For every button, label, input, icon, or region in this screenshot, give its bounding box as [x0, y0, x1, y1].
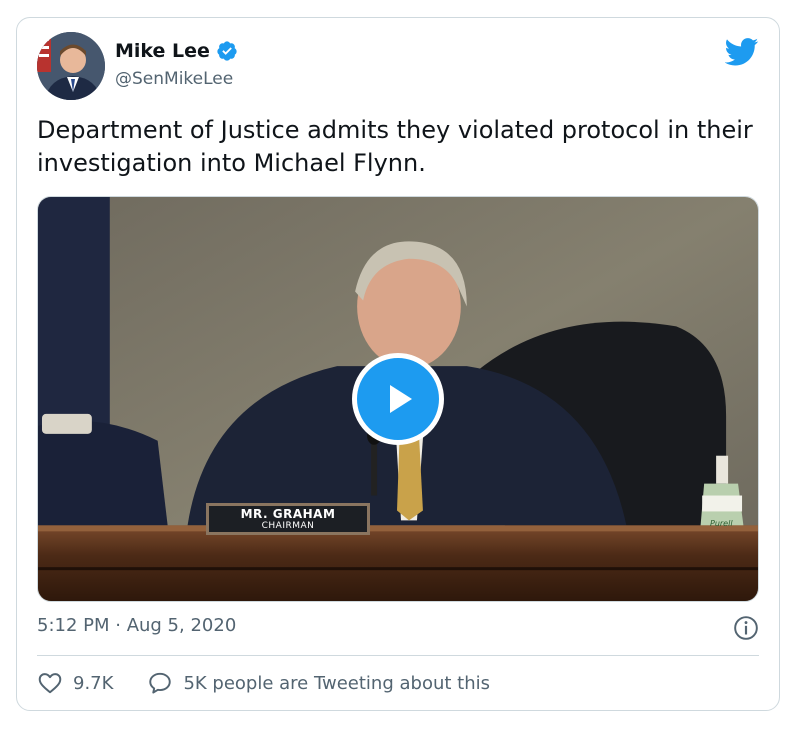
speech-bubble-icon — [149, 672, 172, 694]
bottle-label: Purell — [710, 519, 733, 528]
play-button[interactable] — [352, 353, 444, 445]
reply-text: 5K people are Tweeting about this — [183, 672, 490, 694]
tweet-card[interactable]: Mike Lee @SenMikeLee Department of Justi… — [16, 17, 780, 711]
verified-badge-icon — [217, 41, 237, 61]
info-icon[interactable] — [733, 615, 759, 641]
nameplate: MR. GRAHAM CHAIRMAN — [206, 503, 370, 535]
heart-icon — [38, 673, 62, 694]
author-handle[interactable]: @SenMikeLee — [115, 69, 233, 89]
like-count: 9.7K — [73, 672, 114, 694]
nameplate-title: CHAIRMAN — [261, 520, 315, 531]
avatar[interactable] — [37, 32, 105, 100]
tweet-actions: 9.7K 5K people are Tweeting about this — [37, 670, 490, 696]
twitter-bird-icon[interactable] — [725, 38, 759, 66]
divider — [37, 655, 759, 656]
play-icon — [390, 385, 412, 413]
reply-button[interactable]: 5K people are Tweeting about this — [147, 670, 490, 696]
like-button[interactable]: 9.7K — [37, 670, 113, 696]
tweet-text: Department of Justice admits they violat… — [37, 116, 753, 177]
tweet-timestamp[interactable]: 5:12 PM · Aug 5, 2020 — [37, 615, 236, 636]
author-name[interactable]: Mike Lee — [115, 40, 210, 62]
video-player[interactable]: MR. GRAHAM CHAIRMAN Purell — [37, 196, 759, 602]
nameplate-name: MR. GRAHAM — [240, 506, 336, 521]
